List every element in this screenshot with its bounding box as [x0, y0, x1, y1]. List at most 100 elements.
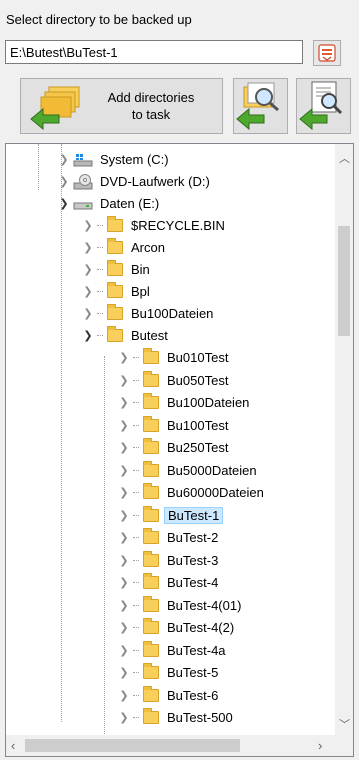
folder-icon — [143, 348, 159, 364]
folder-search-icon — [236, 82, 279, 131]
tree-node-folder[interactable]: ❯ BuTest-4 — [118, 572, 221, 593]
tree-node-daten-e[interactable]: ❯ Daten (E:) — [58, 193, 162, 214]
drive-list-button[interactable] — [313, 40, 341, 66]
tree-node-label: BuTest-3 — [167, 552, 219, 568]
expand-chevron-icon[interactable]: ❯ — [118, 509, 130, 522]
tree-node-label: Bu010Test — [167, 350, 229, 365]
folder-icon — [143, 595, 159, 612]
tree-node-folder[interactable]: ❯ BuTest-5 — [118, 662, 221, 683]
expand-chevron-icon[interactable]: ❯ — [58, 153, 70, 166]
folder-icon — [143, 573, 159, 589]
tree-node-label: BuTest-2 — [167, 530, 219, 545]
tree-node-system-c[interactable]: ❯ System (C:) — [58, 149, 172, 170]
folder-icon — [143, 415, 159, 432]
expand-chevron-icon[interactable]: ❯ — [118, 576, 130, 589]
horizontal-scrollbar[interactable]: ‹ › — [6, 735, 353, 756]
tree-node-folder[interactable]: ❯ BuTest-500 — [118, 707, 236, 728]
directory-tree[interactable]: ❯ System (C:) ❯ DVD-Laufwerk (D:) ❯ Date… — [5, 143, 354, 757]
tree-node-label: Bin — [131, 262, 150, 277]
add-directories-label: Add directories to task — [107, 90, 195, 122]
expand-chevron-icon[interactable]: ❯ — [118, 711, 130, 724]
expand-chevron-icon[interactable]: ❯ — [118, 531, 130, 544]
tree-node-folder[interactable]: ❯ Butest — [82, 325, 171, 346]
tree-connector — [133, 514, 139, 516]
expand-chevron-icon[interactable]: ❯ — [118, 621, 130, 634]
tree-node-folder[interactable]: ❯ Bu60000Dateien — [118, 482, 267, 503]
tree-node-folder[interactable]: ❯ Bu5000Dateien — [118, 460, 260, 481]
windows-drive-icon — [73, 153, 93, 166]
expand-chevron-icon[interactable]: ❯ — [118, 351, 130, 364]
tree-node-label: BuTest-4(2) — [167, 620, 235, 635]
tree-node-label: Bu050Test — [167, 372, 229, 388]
tree-guide-line — [38, 144, 39, 190]
expand-chevron-icon[interactable]: ❯ — [118, 666, 130, 679]
tree-connector — [133, 604, 139, 606]
expand-chevron-icon[interactable]: ❯ — [118, 396, 130, 409]
expand-chevron-icon[interactable]: ❯ — [82, 285, 94, 298]
tree-connector — [133, 717, 139, 718]
expand-chevron-icon[interactable]: ❯ — [118, 464, 130, 477]
expand-chevron-icon[interactable]: ❯ — [118, 599, 130, 612]
tree-connector — [133, 469, 139, 471]
tree-node-folder[interactable]: ❯ $RECYCLE.BIN — [82, 215, 228, 236]
tree-node-label: Bu100Dateien — [167, 395, 250, 410]
vertical-scrollbar[interactable]: ︿ ﹀ — [335, 144, 353, 735]
tree-node-folder[interactable]: ❯ BuTest-3 — [118, 550, 221, 571]
tree-node-folder[interactable]: ❯ Bu010Test — [118, 347, 231, 368]
tree-node-folder[interactable]: ❯ Bu100Test — [118, 415, 231, 436]
collapse-chevron-icon[interactable]: ❯ — [82, 329, 94, 342]
document-search-icon — [299, 81, 343, 131]
directory-path-input[interactable] — [6, 41, 302, 63]
scroll-right-icon[interactable]: › — [318, 738, 322, 753]
expand-chevron-icon[interactable]: ❯ — [118, 374, 130, 387]
tree-node-folder[interactable]: ❯ Bpl — [82, 281, 153, 302]
tree-node-label: Daten (E:) — [100, 196, 160, 211]
expand-chevron-icon[interactable]: ❯ — [58, 175, 70, 188]
scroll-up-icon[interactable]: ︿ — [339, 150, 350, 166]
tree-connector — [97, 313, 103, 314]
collapse-chevron-icon[interactable]: ❯ — [58, 197, 70, 210]
horizontal-scroll-thumb[interactable] — [25, 739, 240, 752]
expand-chevron-icon[interactable]: ❯ — [118, 486, 130, 499]
expand-chevron-icon[interactable]: ❯ — [118, 644, 130, 657]
tree-node-label: Bu5000Dateien — [167, 462, 257, 478]
scroll-down-icon[interactable]: ﹀ — [339, 716, 350, 732]
expand-chevron-icon[interactable]: ❯ — [82, 307, 94, 320]
search-folder-button[interactable] — [233, 78, 288, 134]
tree-node-folder[interactable]: ❯ BuTest-2 — [118, 527, 221, 548]
search-document-button[interactable] — [296, 78, 351, 134]
tree-node-folder[interactable]: ❯ BuTest-4(2) — [118, 617, 237, 638]
expand-chevron-icon[interactable]: ❯ — [82, 219, 94, 232]
expand-chevron-icon[interactable]: ❯ — [118, 554, 130, 567]
tree-node-folder[interactable]: ❯ Bin — [82, 259, 153, 280]
tree-node-label: Bpl — [131, 284, 150, 299]
expand-chevron-icon[interactable]: ❯ — [82, 241, 94, 254]
tree-node-label: BuTest-4 — [167, 575, 219, 590]
tree-node-folder[interactable]: ❯ BuTest-4a — [118, 640, 229, 661]
tree-node-folder[interactable]: ❯ Bu250Test — [118, 437, 231, 458]
tree-node-folder[interactable]: ❯ Arcon — [82, 237, 168, 258]
tree-connector — [133, 402, 139, 403]
expand-chevron-icon[interactable]: ❯ — [118, 419, 130, 432]
tree-node-folder[interactable]: ❯ BuTest-6 — [118, 685, 221, 706]
vertical-scroll-thumb[interactable] — [338, 226, 350, 336]
tree-node-label: BuTest-4a — [167, 642, 226, 658]
folder-icon — [143, 708, 159, 724]
directory-path-field[interactable] — [5, 40, 303, 64]
expand-chevron-icon[interactable]: ❯ — [118, 689, 130, 702]
expand-chevron-icon[interactable]: ❯ — [118, 441, 130, 454]
tree-node-folder[interactable]: ❯ Bu100Dateien — [118, 392, 252, 413]
expand-chevron-icon[interactable]: ❯ — [82, 263, 94, 276]
tree-node-label: BuTest-5 — [167, 665, 219, 680]
tree-node-folder[interactable]: ❯ BuTest-4(01) — [118, 595, 244, 616]
scroll-left-icon[interactable]: ‹ — [11, 738, 15, 753]
tree-node-dvd-d[interactable]: ❯ DVD-Laufwerk (D:) — [58, 171, 213, 192]
tree-node-folder[interactable]: ❯ Bu050Test — [118, 370, 231, 391]
dvd-drive-icon — [73, 173, 93, 189]
tree-node-folder[interactable]: ❯ Bu100Dateien — [82, 303, 216, 324]
folder-icon — [143, 505, 159, 522]
tree-node-label: BuTest-1 — [164, 506, 224, 524]
add-directories-button[interactable]: Add directories to task — [20, 78, 223, 134]
tree-connector — [133, 537, 139, 538]
tree-node-folder[interactable]: ❯ BuTest-1 — [118, 505, 224, 526]
